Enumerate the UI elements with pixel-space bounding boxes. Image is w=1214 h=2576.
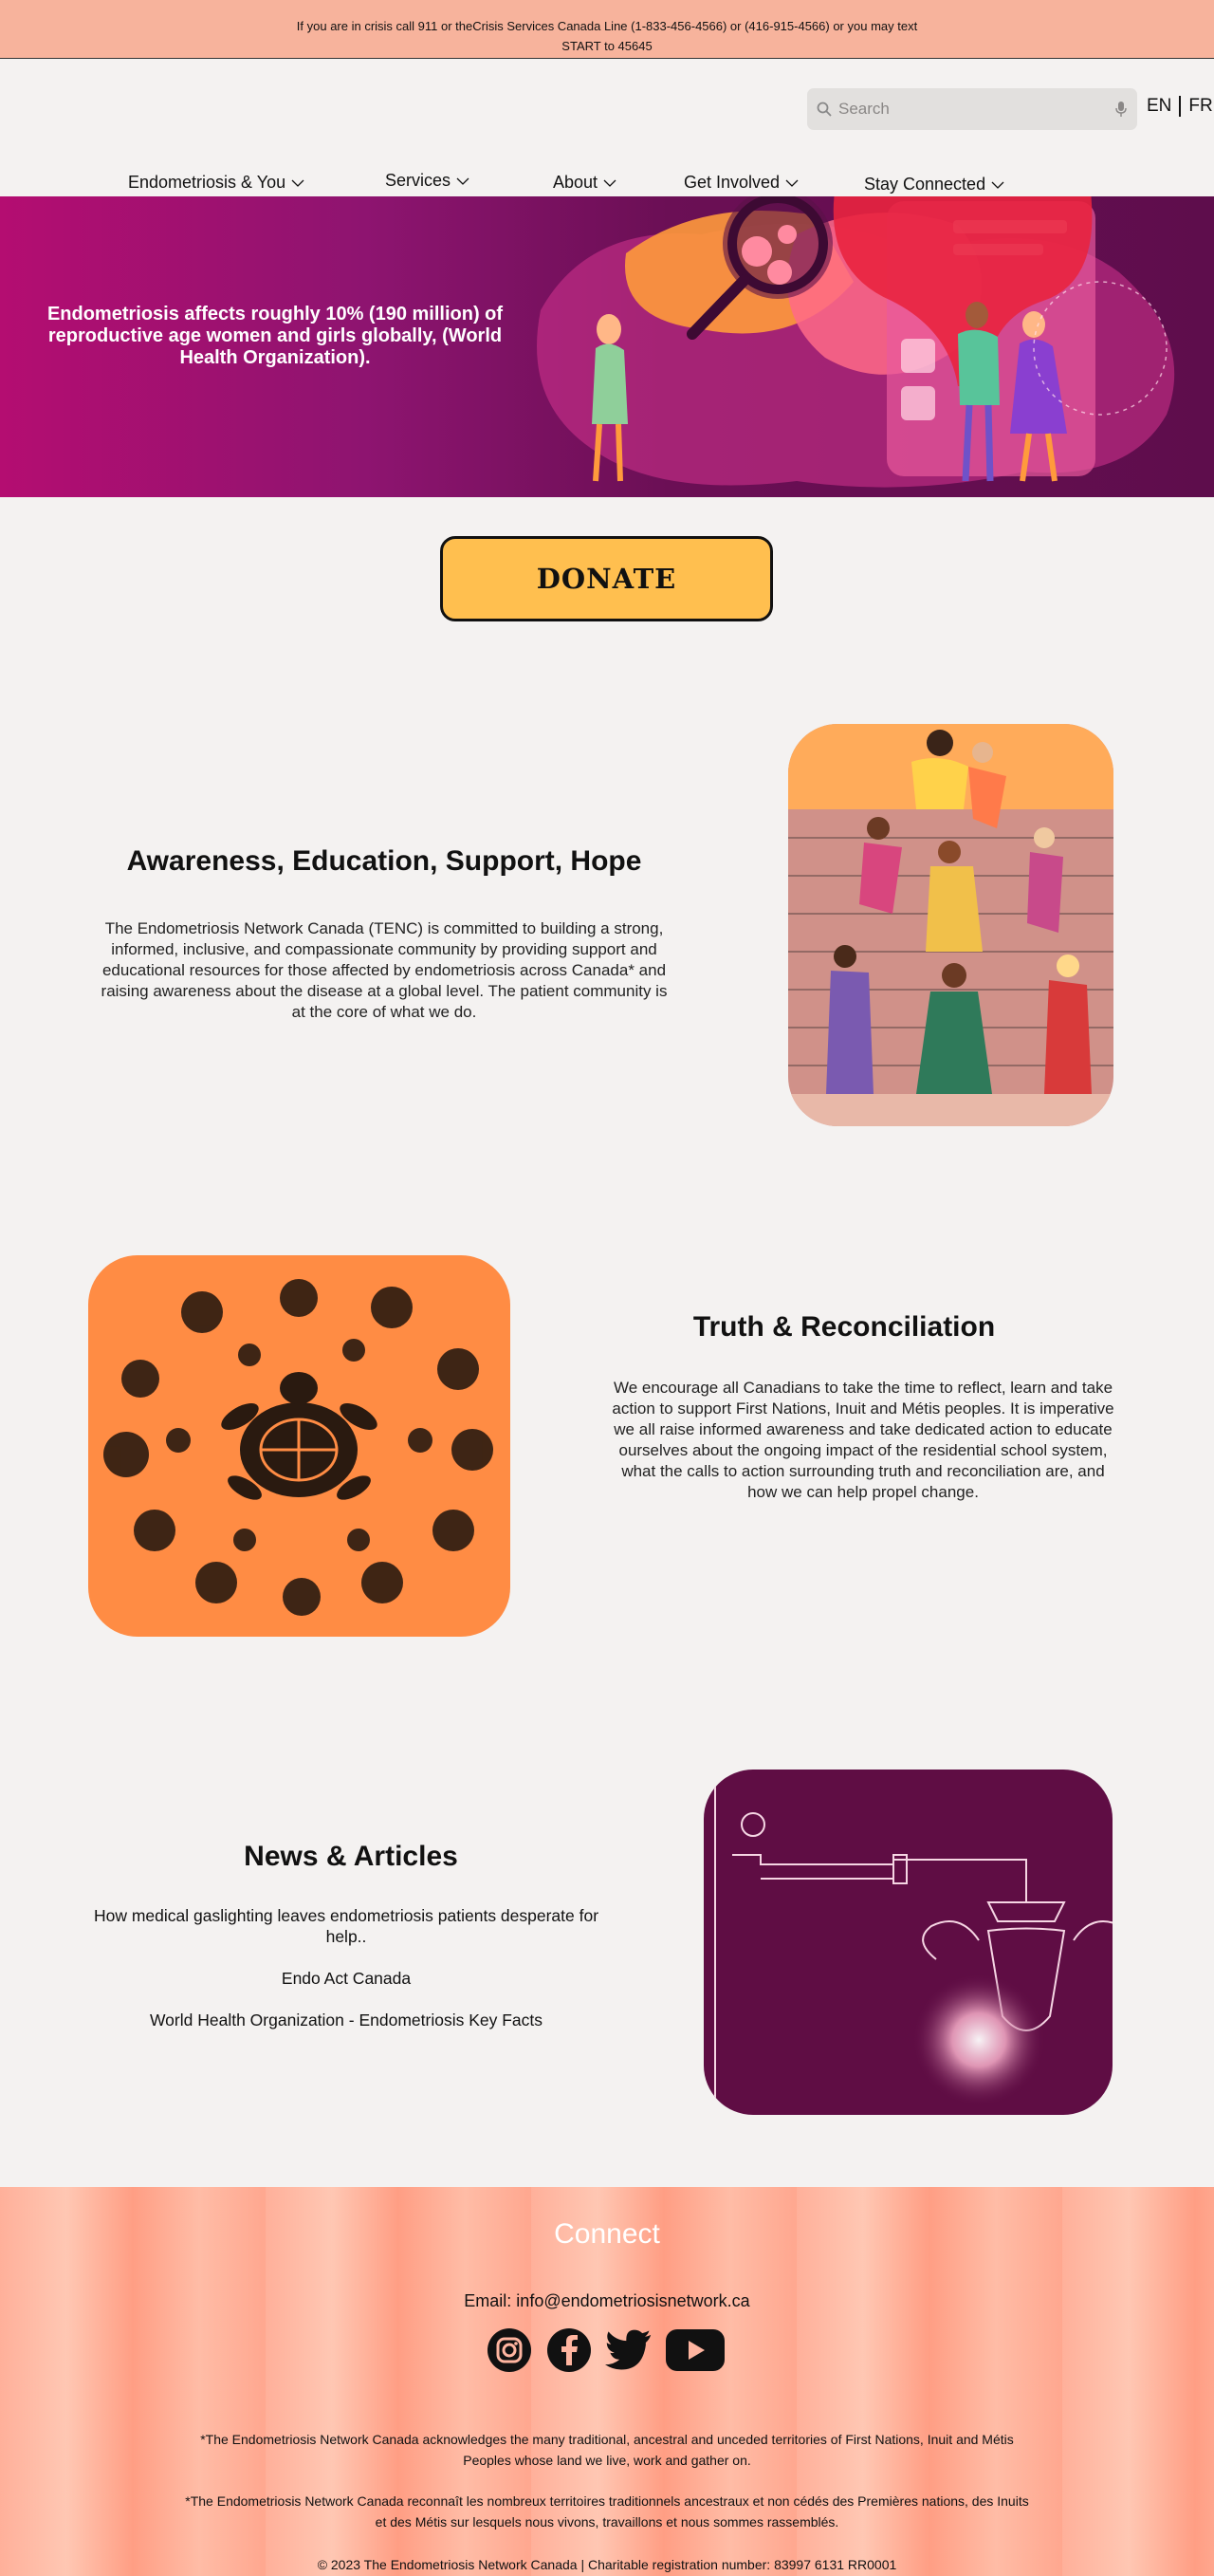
footer-email[interactable]: Email: info@endometriosisnetwork.ca [0, 2291, 1214, 2311]
language-switcher: EN FR [1146, 96, 1214, 117]
truth-body: We encourage all Canadians to take the t… [612, 1379, 1114, 1501]
news-link-gaslighting[interactable]: How medical gaslighting leaves endometri… [90, 1905, 602, 1947]
chevron-down-icon [291, 179, 304, 187]
crisis-banner: If you are in crisis call 911 or theCris… [0, 0, 1214, 59]
crisis-line-2: START to 45645 [561, 39, 653, 53]
chevron-down-icon [456, 177, 469, 185]
nav-label: Endometriosis & You [128, 173, 286, 192]
nav-get-involved[interactable]: Get Involved [684, 173, 799, 193]
facebook-icon[interactable] [545, 2326, 593, 2374]
awareness-body: The Endometriosis Network Canada (TENC) … [101, 919, 668, 1021]
instagram-icon[interactable] [486, 2326, 533, 2374]
lang-en-link[interactable]: EN [1146, 96, 1172, 117]
awareness-title: Awareness, Education, Support, Hope [126, 845, 642, 877]
hero-illustration [537, 196, 1175, 488]
footer-connect-heading: Connect [554, 2218, 660, 2250]
copyright-text: © 2023 The Endometriosis Network Canada … [317, 2557, 897, 2572]
youtube-icon[interactable] [665, 2326, 726, 2374]
nav-endometriosis-you[interactable]: Endometriosis & You [128, 173, 304, 193]
nav-label: About [553, 173, 598, 192]
news-link-endo-act[interactable]: Endo Act Canada [90, 1968, 602, 1989]
news-link-who[interactable]: World Health Organization - Endometriosi… [90, 2010, 602, 2030]
nav-label: Get Involved [684, 173, 781, 192]
nav-about[interactable]: About [553, 173, 616, 193]
nav-label: Services [385, 171, 451, 190]
turtle-handprints-artwork [88, 1255, 510, 1637]
hero-statistic: Endometriosis affects roughly 10% (190 m… [46, 304, 504, 368]
nav-label: Stay Connected [864, 175, 986, 194]
nav-services[interactable]: Services [385, 171, 469, 191]
search-input[interactable] [838, 100, 1114, 119]
land-acknowledgement-fr: *The Endometriosis Network Canada reconn… [185, 2493, 1029, 2530]
truth-title: Truth & Reconciliation [692, 1311, 996, 1343]
social-links [486, 2326, 726, 2374]
search-box[interactable] [807, 88, 1137, 130]
chevron-down-icon [991, 181, 1004, 189]
crisis-line-1: If you are in crisis call 911 or theCris… [296, 19, 918, 33]
chevron-down-icon [603, 179, 616, 187]
community-illustration [788, 724, 1113, 1126]
uterus-lightbulb-illustration [704, 1770, 1113, 2115]
twitter-icon[interactable] [605, 2326, 653, 2374]
lang-fr-link[interactable]: FR [1187, 96, 1213, 117]
donate-button[interactable]: DONATE [440, 536, 773, 621]
site-footer: Connect Email: info@endometriosisnetwork… [0, 2187, 1214, 2576]
land-acknowledgement-en: *The Endometriosis Network Canada acknow… [200, 2432, 1014, 2468]
chevron-down-icon [785, 179, 799, 187]
search-icon [817, 102, 832, 117]
lang-divider [1179, 96, 1182, 117]
microphone-icon[interactable] [1114, 101, 1128, 118]
nav-stay-connected[interactable]: Stay Connected [864, 175, 1004, 195]
hero-banner: Endometriosis affects roughly 10% (190 m… [0, 196, 1214, 497]
news-title: News & Articles [244, 1841, 458, 1872]
